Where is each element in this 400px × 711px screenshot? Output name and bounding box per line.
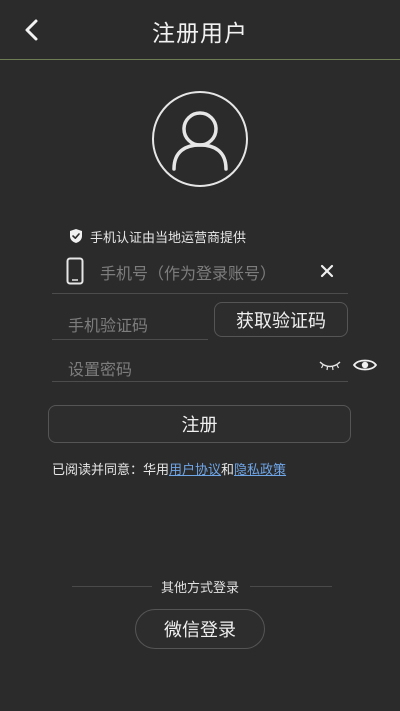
password-field[interactable]: 设置密码 xyxy=(52,348,348,382)
user-icon xyxy=(172,111,228,171)
other-login-label: 其他方式登录 xyxy=(160,581,239,596)
agreement-and: 和 xyxy=(221,463,235,478)
header-bar: 注册用户 xyxy=(0,0,400,60)
wechat-login-button[interactable]: 微信登录 xyxy=(135,609,265,649)
agreement-text: 已阅读并同意：华用用户协议和隐私政策 xyxy=(52,459,286,478)
privacy-policy-link[interactable]: 隐私政策 xyxy=(234,463,286,478)
agreement-prefix: 已阅读并同意：华用 xyxy=(52,463,170,478)
verification-code-field[interactable]: 手机验证码 xyxy=(52,302,208,340)
carrier-notice-text: 手机认证由当地运营商提供 xyxy=(90,230,247,246)
close-icon[interactable] xyxy=(318,262,336,280)
shield-check-icon xyxy=(70,229,82,243)
phone-icon xyxy=(66,257,84,285)
eye-icon[interactable] xyxy=(352,356,378,374)
divider-right xyxy=(250,586,332,587)
eye-closed-icon[interactable] xyxy=(318,358,342,372)
phone-field[interactable]: 手机号（作为登录账号） xyxy=(52,248,348,294)
avatar[interactable] xyxy=(152,91,248,187)
register-button[interactable]: 注册 xyxy=(48,405,351,443)
page-title: 注册用户 xyxy=(152,21,248,47)
password-input[interactable]: 设置密码 xyxy=(68,356,132,380)
verification-code-input[interactable]: 手机验证码 xyxy=(68,312,148,336)
phone-input[interactable]: 手机号（作为登录账号） xyxy=(100,260,276,284)
user-agreement-link[interactable]: 用户协议 xyxy=(169,463,221,478)
carrier-notice: 手机认证由当地运营商提供 xyxy=(68,226,246,246)
get-code-button[interactable]: 获取验证码 xyxy=(214,302,348,337)
